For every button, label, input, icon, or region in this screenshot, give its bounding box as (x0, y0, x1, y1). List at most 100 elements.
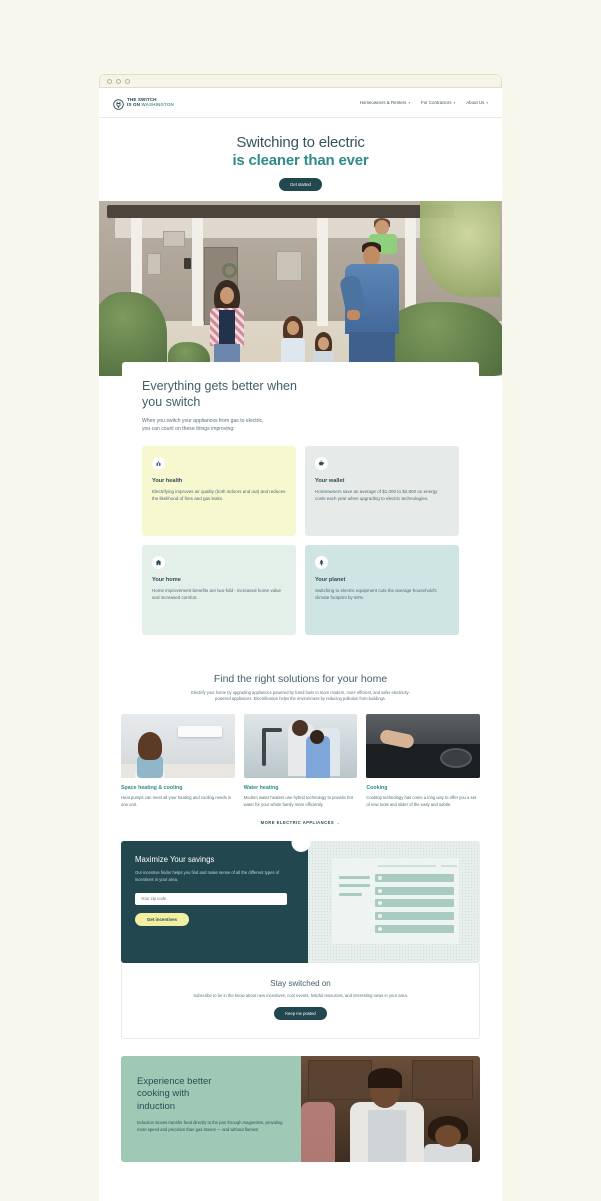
benefit-card-health: Your health Electrifying improves air qu… (142, 445, 296, 536)
chevron-down-icon: ▾ (453, 100, 456, 105)
browser-chrome-bar (99, 74, 502, 88)
newsletter-text: Subscribe to be in the know about new in… (193, 993, 408, 999)
benefit-title: Your home (152, 576, 181, 583)
kitchen-faucet-family-photo (243, 713, 358, 778)
page-viewport: THE SWITCH IS ON WASHINGTON Homeowners &… (99, 88, 502, 1201)
benefit-card-home: Your home Home improvement benefits are … (142, 544, 296, 635)
nav-item-about[interactable]: About Us ▾ (466, 100, 488, 105)
solution-card-water-heating[interactable]: Water heating Modern water heaters use h… (243, 713, 358, 809)
induction-section: Experience better cooking with induction… (99, 1039, 502, 1163)
father-and-child-cooking-photo (300, 1056, 480, 1163)
window-minimize-dot[interactable] (116, 78, 121, 84)
get-incentives-button[interactable]: Get incentives (135, 913, 190, 927)
logo-wordmark: THE SWITCH IS ON WASHINGTON (127, 97, 174, 108)
benefit-text: Homeowners save an average of $1,000 to … (315, 488, 438, 502)
newsletter-section: Stay switched on Subscribe to be in the … (121, 963, 480, 1040)
tree-icon (315, 555, 328, 569)
nav-item-contractors[interactable]: For Contractors ▾ (421, 100, 455, 105)
benefits-section: Everything gets better when you switch W… (122, 361, 479, 655)
photo-porch-roof (107, 204, 454, 218)
benefit-title: Your planet (315, 576, 346, 583)
induction-copy: Experience better cooking with induction… (121, 1056, 301, 1163)
benefit-title: Your health (152, 477, 183, 484)
hero-title-line-1: Switching to electric (236, 134, 365, 151)
solution-title: Cooking (366, 784, 388, 791)
site-header: THE SWITCH IS ON WASHINGTON Homeowners &… (99, 88, 502, 118)
photo-porch-column (316, 217, 328, 326)
hero-section: Switching to electric is cleaner than ev… (99, 118, 502, 201)
solution-text: Cooktop technology has come a long way t… (366, 794, 477, 807)
piggy-bank-icon (315, 456, 328, 470)
benefit-title: Your wallet (315, 477, 345, 484)
chevron-down-icon: ▾ (408, 100, 411, 105)
induction-title: Experience better cooking with induction (137, 1076, 285, 1113)
nav-item-homeowners[interactable]: Homeowners & Renters ▾ (360, 100, 410, 105)
solution-text: Heat pumps can meet all your heating and… (121, 794, 232, 807)
incentives-title: Maximize Your savings (135, 855, 215, 865)
induction-panel: Experience better cooking with induction… (121, 1056, 480, 1163)
solution-card-cooking[interactable]: Cooking Cooktop technology has come a lo… (366, 713, 480, 809)
hero-family-home-photo (99, 200, 502, 376)
solution-title: Water heating (243, 784, 279, 791)
solutions-section: Find the right solutions for your home E… (99, 654, 502, 826)
benefits-sub-line-1: When you switch your appliances from gas… (142, 417, 264, 424)
page-root: THE SWITCH IS ON WASHINGTON Homeowners &… (0, 0, 601, 1201)
newsletter-title: Stay switched on (270, 979, 331, 989)
plug-circle-icon (113, 97, 124, 110)
benefits-grid: Your health Electrifying improves air qu… (142, 445, 459, 635)
photo-man-with-child (338, 217, 403, 376)
browser-window: THE SWITCH IS ON WASHINGTON Homeowners &… (99, 74, 502, 1201)
nav-label: Homeowners & Renters (359, 100, 407, 105)
photo-door-wreath (221, 262, 237, 278)
incentives-text: Our incentive finder helps you find and … (135, 870, 280, 883)
solutions-title: Find the right solutions for your home (213, 672, 388, 685)
benefit-card-wallet: Your wallet Homeowners save an average o… (305, 445, 459, 536)
keep-me-posted-button[interactable]: Keep me posted (274, 1007, 327, 1021)
benefits-sub-line-2: you can count on these things improving: (142, 425, 235, 432)
photo-window (163, 230, 186, 247)
benefits-title: Everything gets better when you switch (142, 378, 459, 410)
solution-title: Space heating & cooling (121, 784, 183, 791)
induction-title-line-1: Experience better (137, 1076, 212, 1088)
incentives-section: Maximize Your savings Our incentive find… (99, 825, 502, 964)
solution-card-space-heating[interactable]: Space heating & cooling Heat pumps can m… (121, 713, 235, 809)
benefits-title-line-1: Everything gets better when (142, 378, 297, 393)
solution-text: Modern water heaters use hybrid technolo… (243, 794, 353, 807)
mockup-frame (331, 858, 460, 944)
benefits-title-line-2: you switch (142, 394, 201, 409)
site-logo[interactable]: THE SWITCH IS ON WASHINGTON (113, 97, 174, 110)
incentives-panel: Maximize Your savings Our incentive find… (121, 841, 480, 964)
induction-text: Induction stoves transfer heat directly … (137, 1120, 283, 1133)
window-close-dot[interactable] (107, 78, 112, 84)
benefit-text: Home improvement benefits are two-fold -… (152, 587, 282, 601)
solutions-grid: Space heating & cooling Heat pumps can m… (121, 713, 480, 809)
incentive-list-mockup (307, 841, 480, 964)
hero-cta-button[interactable]: Get started (279, 177, 322, 191)
incentives-form: Maximize Your savings Our incentive find… (121, 841, 308, 964)
logo-ison: IS ON (127, 101, 142, 107)
nav-label: For Contractors (421, 100, 452, 105)
logo-line-2: IS ON WASHINGTON (127, 101, 174, 108)
induction-cooktop-photo (366, 713, 480, 778)
photo-window (276, 250, 303, 281)
hero-title-line-2: is cleaner than ever (232, 152, 369, 170)
induction-title-line-3: induction (137, 1100, 176, 1112)
chevron-down-icon: ▾ (486, 100, 488, 105)
induction-title-line-2: cooking with (137, 1088, 190, 1100)
benefit-text: Electrifying improves air quality (both … (152, 488, 286, 502)
mini-split-heat-pump-photo (121, 713, 235, 778)
solutions-subtitle: Electrify your home by upgrading applian… (191, 689, 410, 702)
photo-porch-lamp (183, 257, 191, 269)
window-maximize-dot[interactable] (125, 78, 130, 84)
hero-title: Switching to electric is cleaner than ev… (99, 134, 502, 171)
photo-porch-column (191, 217, 203, 326)
nav-label: About Us (466, 100, 485, 105)
lungs-icon (152, 456, 165, 470)
main-navigation: Homeowners & Renters ▾ For Contractors ▾… (360, 100, 488, 105)
benefit-text: Switching to electric equipment cuts the… (315, 587, 437, 601)
zip-code-input[interactable] (135, 892, 288, 905)
home-icon (152, 555, 165, 569)
photo-window (147, 252, 162, 275)
benefits-subtitle: When you switch your appliances from gas… (142, 417, 459, 433)
logo-state: WASHINGTON (141, 101, 174, 107)
